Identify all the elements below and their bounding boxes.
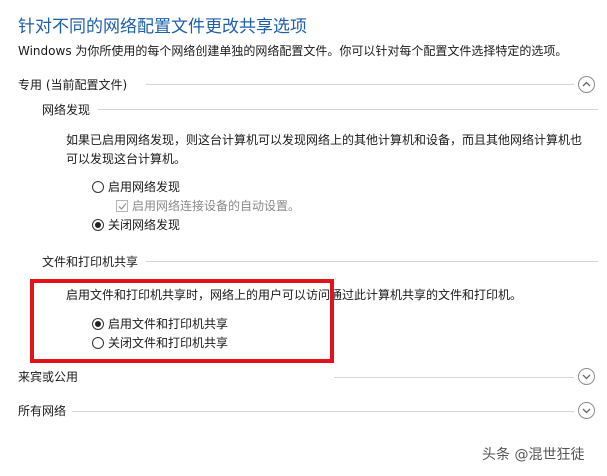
radio-disable-network-discovery[interactable]: 关闭网络发现	[92, 216, 180, 233]
chevron-up-icon	[582, 81, 591, 87]
section-all-networks-divider	[72, 411, 574, 412]
radio-label: 关闭网络发现	[108, 218, 181, 232]
radio-label: 启用网络发现	[108, 180, 181, 194]
network-discovery-description: 如果已启用网络发现，则这台计算机可以发现网络上的其他计算机和设备，而且其他网络计…	[66, 133, 583, 166]
chevron-down-icon	[582, 408, 591, 414]
collapse-private-button[interactable]	[578, 76, 595, 93]
red-highlight-box	[30, 279, 334, 363]
page-intro: Windows 为你所使用的每个网络创建单独的网络配置文件。你可以针对每个配置文…	[18, 44, 568, 58]
section-guest-public-label[interactable]: 来宾或公用	[18, 368, 78, 385]
radio-indicator[interactable]	[92, 218, 104, 231]
expand-all-networks-button[interactable]	[578, 402, 595, 419]
section-private-label[interactable]: 专用 (当前配置文件)	[18, 76, 127, 93]
chevron-down-icon	[582, 374, 591, 380]
checkbox-indicator[interactable]	[116, 199, 128, 212]
watermark-text: 头条 @混世狂徒	[482, 447, 585, 463]
section-all-networks-label[interactable]: 所有网络	[18, 402, 66, 419]
checkbox-auto-setup[interactable]: 启用网络连接设备的自动设置。	[116, 197, 300, 214]
expand-guest-public-button[interactable]	[578, 368, 595, 385]
network-discovery-heading: 网络发现	[42, 103, 91, 117]
radio-indicator[interactable]	[92, 180, 104, 193]
page-title: 针对不同的网络配置文件更改共享选项	[18, 17, 307, 37]
file-printer-sharing-divider	[146, 261, 598, 262]
file-printer-sharing-heading: 文件和打印机共享	[42, 255, 139, 269]
network-discovery-divider	[98, 109, 598, 110]
section-private-divider	[146, 84, 574, 85]
checkbox-label: 启用网络连接设备的自动设置。	[132, 199, 301, 213]
section-guest-public-divider	[334, 377, 574, 378]
check-icon	[118, 202, 127, 210]
radio-enable-network-discovery[interactable]: 启用网络发现	[92, 178, 180, 195]
